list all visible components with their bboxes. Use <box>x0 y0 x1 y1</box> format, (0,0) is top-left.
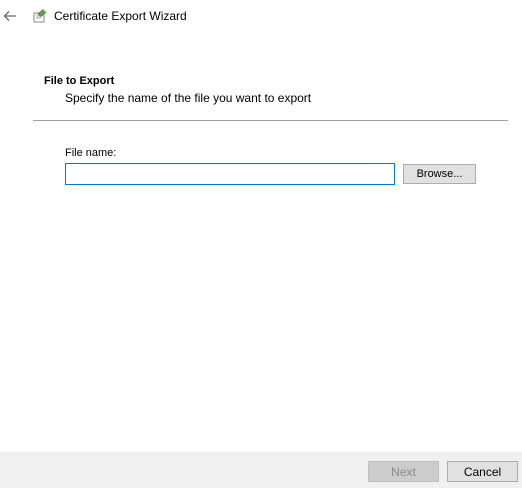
file-name-label: File name: <box>65 147 117 159</box>
back-button[interactable] <box>2 8 18 24</box>
back-arrow-icon <box>3 11 16 21</box>
cancel-button[interactable]: Cancel <box>447 461 518 482</box>
page-title: File to Export <box>44 75 115 87</box>
window-title: Certificate Export Wizard <box>54 9 187 23</box>
browse-button[interactable]: Browse... <box>403 164 476 184</box>
title-bar: Certificate Export Wizard <box>0 0 522 34</box>
wizard-footer: Next Cancel <box>0 452 522 488</box>
page-description: Specify the name of the file you want to… <box>65 91 312 105</box>
file-name-input[interactable] <box>65 163 395 185</box>
certificate-wizard-icon <box>33 8 47 23</box>
wizard-header: File to Export Specify the name of the f… <box>0 70 522 120</box>
next-button[interactable]: Next <box>368 461 439 482</box>
header-divider <box>33 120 508 121</box>
